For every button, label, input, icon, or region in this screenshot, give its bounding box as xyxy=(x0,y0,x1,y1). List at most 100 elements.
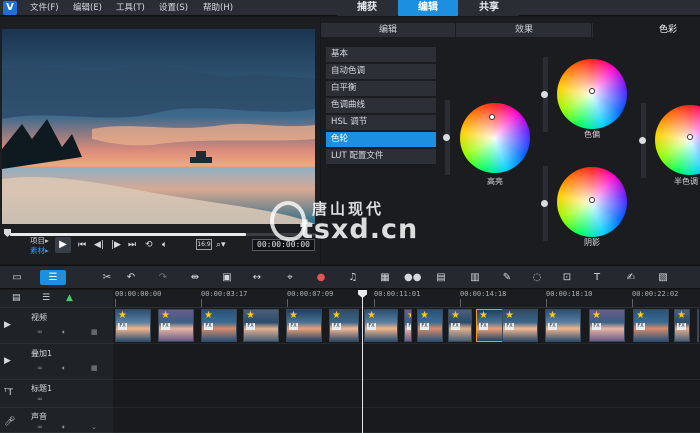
track-menu-icon[interactable]: ☰ xyxy=(42,293,50,303)
overlay-track-mute-icon[interactable]: 🔈︎ xyxy=(62,364,66,373)
halftone-color-wheel[interactable] xyxy=(655,105,700,175)
list-item-color-wheel[interactable]: 色轮 xyxy=(326,132,436,147)
menu-help[interactable]: 帮助(H) xyxy=(203,0,233,16)
video-clip[interactable]: ★FX xyxy=(115,309,151,342)
record-capture-icon[interactable]: ▣ xyxy=(220,271,234,284)
video-clip[interactable]: ★FX xyxy=(329,309,359,342)
tab-share[interactable]: 共享 xyxy=(459,0,519,16)
midtone-wheel-handle[interactable] xyxy=(589,88,595,94)
timecode-display[interactable]: 00:00:00:00 xyxy=(252,239,315,251)
preview-video[interactable] xyxy=(2,29,315,224)
video-track-mute-icon[interactable]: 🔈︎ xyxy=(62,328,66,337)
video-track-ripple-icon[interactable]: ▦ xyxy=(91,328,98,336)
overlay-track-lane[interactable] xyxy=(113,344,700,380)
menu-file[interactable]: 文件(F) xyxy=(30,0,59,16)
menu-settings[interactable]: 设置(S) xyxy=(159,0,188,16)
video-clip[interactable]: ★FX xyxy=(243,309,279,342)
motion-track-icon[interactable]: ◌ xyxy=(530,271,544,284)
menu-edit[interactable]: 编辑(E) xyxy=(73,0,102,16)
mode-project[interactable]: 项目▸ xyxy=(30,236,49,246)
split-icon[interactable]: ↔ xyxy=(250,271,264,284)
shadow-wheel-handle[interactable] xyxy=(589,197,595,203)
video-clip[interactable]: ★FX xyxy=(674,309,690,342)
shadow-slider-handle[interactable] xyxy=(541,200,548,207)
midtone-color-wheel[interactable] xyxy=(557,59,627,129)
video-clip[interactable]: ★FX xyxy=(417,309,443,342)
halftone-slider[interactable] xyxy=(639,103,646,178)
play-button[interactable]: ▶ xyxy=(55,237,71,253)
motion-icon[interactable]: ●● xyxy=(404,271,421,284)
aspect-ratio-button[interactable]: 16:9 xyxy=(196,239,212,250)
highlight-wheel-handle[interactable] xyxy=(489,114,495,120)
next-frame-icon[interactable]: |▶ xyxy=(111,239,121,251)
add-track-icon[interactable]: ▲ xyxy=(66,293,73,303)
skip-end-icon[interactable]: ⏭ xyxy=(128,239,136,251)
volume-icon[interactable]: 🔈︎ xyxy=(162,239,167,251)
list-item-auto-tone[interactable]: 自动色调 xyxy=(326,64,436,79)
zoom-dropdown-icon[interactable]: ⌕▾ xyxy=(216,239,226,251)
auto-music-icon[interactable]: ▥ xyxy=(468,271,482,284)
video-clip[interactable]: ★FX xyxy=(589,309,625,342)
audio-mixer-icon[interactable]: ♫ xyxy=(346,271,360,284)
highlight-slider-handle[interactable] xyxy=(443,134,450,141)
undo-icon[interactable]: ↶ xyxy=(124,271,138,284)
video-track-link-icon[interactable]: ∞ xyxy=(37,328,43,336)
video-clip[interactable]: ★FX xyxy=(502,309,538,342)
menu-tools[interactable]: 工具(T) xyxy=(116,0,145,16)
mask-icon[interactable]: ✎ xyxy=(500,271,514,284)
tab-color[interactable]: 色彩 xyxy=(593,23,700,37)
voice-track-collapse-icon[interactable]: ⌄ xyxy=(91,423,97,431)
voice-track-mute-icon[interactable]: 🔈︎ xyxy=(62,423,66,432)
redo-icon[interactable]: ↷ xyxy=(156,271,170,284)
list-item-basic[interactable]: 基本 xyxy=(326,47,436,62)
voice-track-link-icon[interactable]: ∞ xyxy=(37,423,43,431)
storyboard-view-icon[interactable]: ▭ xyxy=(10,271,24,284)
highlight-slider[interactable] xyxy=(443,100,450,175)
video-clip[interactable]: ★FX xyxy=(364,309,398,342)
video-clip[interactable]: ★FX xyxy=(286,309,322,342)
halftone-wheel-handle[interactable] xyxy=(687,134,693,140)
crop-icon[interactable]: ⌖ xyxy=(283,271,297,284)
timeline-playhead[interactable] xyxy=(362,290,363,433)
video-clip[interactable]: ★FX xyxy=(201,309,237,342)
video-clip[interactable]: ★FX xyxy=(404,309,412,342)
track-manager-icon[interactable]: ▤ xyxy=(12,293,21,303)
midtone-slider[interactable] xyxy=(541,57,548,132)
prev-frame-icon[interactable]: ◀| xyxy=(94,239,104,251)
overlay-track-ripple-icon[interactable]: ▦ xyxy=(91,364,98,372)
3d-title-icon[interactable]: T xyxy=(590,271,604,284)
tab-capture[interactable]: 捕获 xyxy=(337,0,397,16)
video-clip[interactable]: ★FX xyxy=(633,309,669,342)
video-clip[interactable]: ★FX xyxy=(158,309,194,342)
shadow-slider[interactable] xyxy=(541,166,548,241)
subtitle-icon[interactable]: ▤ xyxy=(434,271,448,284)
midtone-slider-handle[interactable] xyxy=(541,91,548,98)
title-track-lane[interactable] xyxy=(113,380,700,408)
edit-icon[interactable]: ✍ xyxy=(624,271,638,284)
list-item-lut[interactable]: LUT 配置文件 xyxy=(326,149,436,164)
color-effect-icon[interactable]: ● xyxy=(314,271,328,284)
mode-clip[interactable]: 素材▸ xyxy=(30,246,49,256)
list-item-white-balance[interactable]: 白平衡 xyxy=(326,81,436,96)
tab-effects[interactable]: 效果 xyxy=(457,23,592,37)
timeline-ruler[interactable]: 00:00:00:00 00:00:03:17 00:00:07:09 00:0… xyxy=(113,290,700,308)
multicam-icon[interactable]: ▦ xyxy=(378,271,392,284)
highlight-color-wheel[interactable] xyxy=(460,103,530,173)
video-clip[interactable]: ★FX xyxy=(697,309,699,342)
overlay-track-link-icon[interactable]: ∞ xyxy=(37,364,43,372)
tab-edit[interactable]: 编辑 xyxy=(398,0,458,16)
repeat-icon[interactable]: ⟲ xyxy=(145,239,153,251)
voice-track-lane[interactable] xyxy=(113,408,700,433)
halftone-slider-handle[interactable] xyxy=(639,137,646,144)
preview-scrubber[interactable] xyxy=(4,229,316,239)
list-item-hsl[interactable]: HSL 调节 xyxy=(326,115,436,130)
video-clip[interactable]: ★FX xyxy=(545,309,581,342)
skip-start-icon[interactable]: ⏮ xyxy=(78,239,86,251)
render-icon[interactable]: ▧ xyxy=(656,271,670,284)
tools-icon[interactable]: ✂ xyxy=(100,271,114,284)
pan-zoom-icon[interactable]: ⊡ xyxy=(560,271,574,284)
fit-project-icon[interactable]: ⇹ xyxy=(188,271,202,284)
timeline-view-icon[interactable]: ☰ xyxy=(40,270,66,285)
video-track-lane[interactable]: ★ FX ★ FX ★ FX ★ FX ★ FX ★ FX ★ FX ★ FX ★ FX ★ FX ★ FX ★ FX ★ FX ★… xyxy=(113,308,700,344)
tab-edit-options[interactable]: 编辑 xyxy=(321,23,456,37)
